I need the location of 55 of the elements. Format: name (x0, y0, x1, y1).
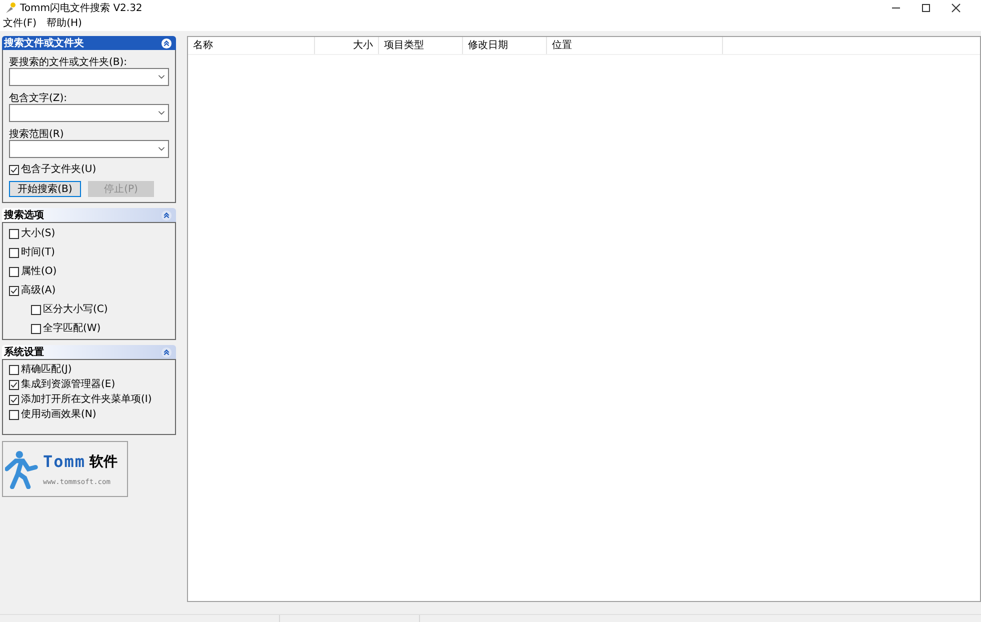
checkbox[interactable] (9, 248, 19, 258)
checkbox-label: 使用动画效果(N) (21, 408, 96, 422)
column-header[interactable]: 项目类型 (379, 37, 463, 54)
column-header[interactable]: 修改日期 (463, 37, 547, 54)
walking-person-icon (5, 449, 41, 489)
column-header[interactable]: 位置 (547, 37, 723, 54)
checkbox[interactable] (9, 394, 19, 404)
collapse-icon[interactable] (161, 210, 172, 220)
maximize-icon[interactable] (921, 3, 931, 13)
panel-title: 系统设置 (4, 346, 45, 360)
panel-header[interactable]: 搜索选项 (2, 208, 176, 222)
close-icon[interactable] (951, 3, 961, 13)
chevron-down-icon (158, 75, 165, 79)
checkbox[interactable] (9, 410, 19, 420)
collapse-icon[interactable] (161, 38, 172, 48)
checkbox[interactable] (31, 324, 41, 334)
chevron-down-icon (158, 111, 165, 115)
panel-title: 搜索选项 (4, 208, 45, 222)
panel-header[interactable]: 搜索文件或文件夹 (2, 36, 176, 50)
checkbox[interactable] (9, 286, 19, 296)
logo-brand: Tomm (43, 451, 86, 474)
dropdown-field[interactable] (9, 68, 169, 86)
dropdown-field[interactable] (9, 140, 169, 158)
menu-item[interactable]: 帮助(H) (46, 16, 83, 31)
checkbox-label: 精确匹配(J) (21, 362, 72, 377)
app-icon (4, 2, 16, 14)
button[interactable]: 开始搜索(B) (9, 181, 81, 197)
checkbox[interactable] (9, 164, 19, 174)
window-title: Tomm闪电文件搜索 V2.32 (20, 2, 142, 16)
column-header[interactable]: 名称 (188, 37, 315, 54)
panel-title: 搜索文件或文件夹 (4, 36, 85, 50)
checkbox-label: 时间(T) (21, 246, 55, 260)
checkbox[interactable] (9, 266, 19, 276)
checkbox-label: 集成到资源管理器(E) (21, 378, 116, 392)
chevron-down-icon (158, 147, 165, 151)
field-label: 要搜索的文件或文件夹(B): (9, 56, 128, 68)
checkbox-label: 大小(S) (21, 226, 56, 241)
checkbox-label: 包含子文件夹(U) (21, 162, 96, 177)
checkbox-label: 全字匹配(W) (43, 322, 101, 336)
dropdown-field[interactable] (9, 104, 169, 122)
checkbox[interactable] (31, 304, 41, 314)
logo-text: 软件 (90, 452, 118, 472)
menu-item[interactable]: 文件(F) (2, 16, 38, 31)
field-label: 包含文字(Z): (9, 92, 68, 104)
checkbox[interactable] (9, 380, 19, 390)
collapse-icon[interactable] (161, 346, 172, 358)
checkbox[interactable] (9, 364, 19, 374)
checkbox-label: 区分大小写(C) (43, 302, 108, 317)
checkbox-label: 高级(A) (21, 284, 56, 298)
field-label: 搜索范围(R) (9, 128, 65, 140)
panel-header[interactable]: 系统设置 (2, 345, 176, 359)
checkbox-label: 添加打开所在文件夹菜单项(I) (21, 392, 152, 407)
checkbox[interactable] (9, 228, 19, 238)
checkbox-label: 属性(O) (21, 264, 57, 279)
column-header[interactable]: 大小 (315, 37, 379, 54)
